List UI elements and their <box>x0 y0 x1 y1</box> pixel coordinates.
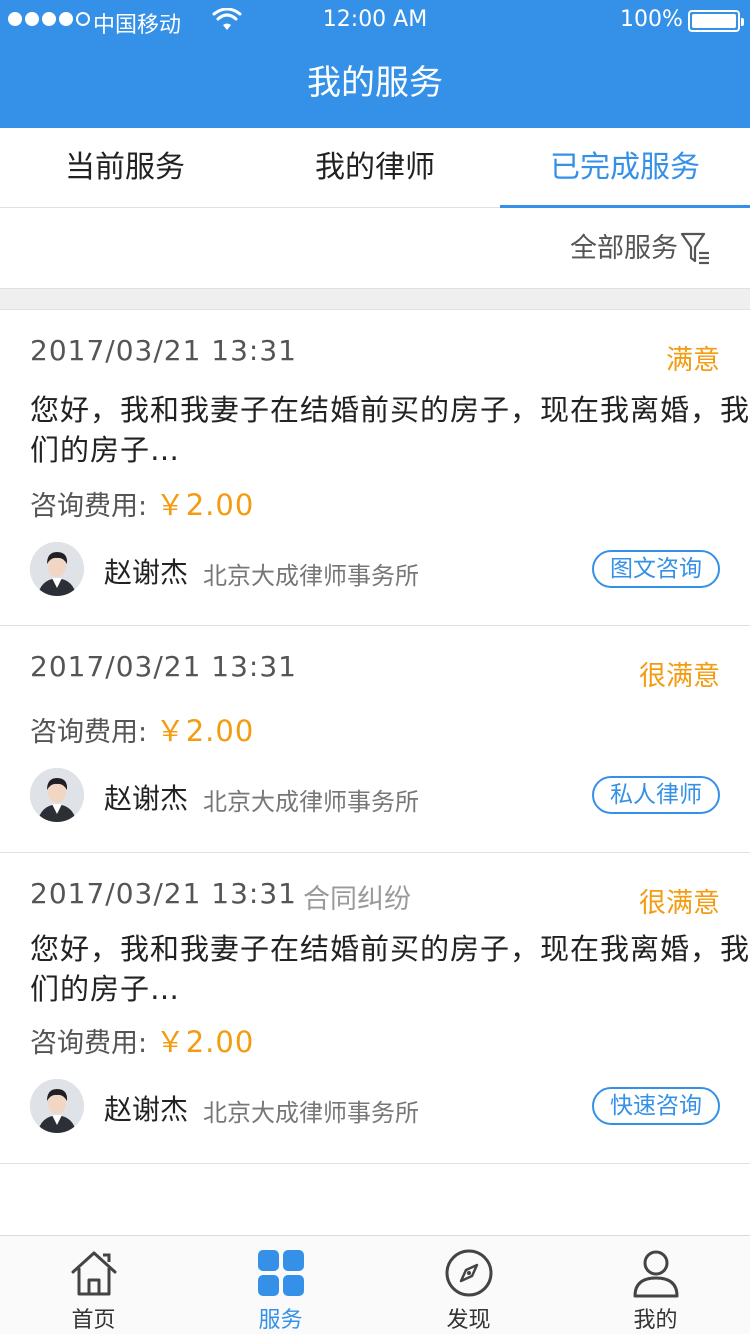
order-question: 您好，我和我妻子在结婚前买的房子，现在我离婚，我们的房子… <box>30 932 750 1006</box>
law-firm: 北京大成律师事务所 <box>203 788 419 816</box>
nav-label: 我的 <box>633 1308 678 1333</box>
filter-dropdown[interactable]: 全部服务 <box>570 208 678 289</box>
fee-amount: ￥2.00 <box>155 714 255 748</box>
order-rating: 满意 <box>666 345 720 376</box>
service-type-badge: 图文咨询 <box>592 550 720 588</box>
order-card[interactable]: 2017/03/21 13:31 合同纠纷 很满意 您好，我和我妻子在结婚前买的… <box>0 853 750 1164</box>
order-fee: 咨询费用: ￥2.00 <box>30 708 254 750</box>
bottom-nav: 首页 服务 发现 我的 <box>0 1235 750 1334</box>
tab-current-service[interactable]: 当前服务 <box>0 128 250 208</box>
filter-bar: 全部服务 <box>0 208 750 289</box>
order-fee: 咨询费用: ￥2.00 <box>30 1019 254 1061</box>
battery-percent: 100% <box>620 7 683 32</box>
fee-amount: ￥2.00 <box>155 1025 255 1059</box>
law-firm: 北京大成律师事务所 <box>203 562 419 590</box>
status-bar: 中国移动 12:00 AM 100% <box>0 0 750 40</box>
compass-icon <box>445 1249 493 1297</box>
filter-icon[interactable] <box>680 231 712 267</box>
service-type-badge: 快速咨询 <box>592 1087 720 1125</box>
battery-icon <box>688 10 744 32</box>
nav-service[interactable]: 服务 <box>187 1236 374 1335</box>
fee-label: 咨询费用: <box>30 1028 148 1059</box>
service-tabs: 当前服务 我的律师 已完成服务 <box>0 128 750 209</box>
order-card[interactable]: 2017/03/21 13:31 满意 您好，我和我妻子在结婚前买的房子，现在我… <box>0 310 750 626</box>
lawyer-avatar[interactable] <box>30 1079 84 1133</box>
app-header: 中国移动 12:00 AM 100% 我的服务 <box>0 0 750 128</box>
law-firm: 北京大成律师事务所 <box>203 1099 419 1127</box>
grid-icon <box>258 1250 304 1296</box>
order-date: 2017/03/21 13:31 <box>30 877 297 910</box>
lawyer-avatar[interactable] <box>30 542 84 596</box>
order-fee: 咨询费用: ￥2.00 <box>30 482 254 524</box>
lawyer-avatar[interactable] <box>30 768 84 822</box>
nav-label: 服务 <box>258 1308 303 1333</box>
tab-completed-service[interactable]: 已完成服务 <box>500 128 750 209</box>
nav-home[interactable]: 首页 <box>0 1236 187 1335</box>
lawyer-name: 赵谢杰 <box>104 782 189 815</box>
tab-my-lawyer[interactable]: 我的律师 <box>250 128 500 208</box>
page-title: 我的服务 <box>307 63 443 103</box>
user-icon <box>633 1250 679 1298</box>
lawyer-name: 赵谢杰 <box>104 556 189 589</box>
home-icon <box>71 1251 117 1296</box>
lawyer-name: 赵谢杰 <box>104 1093 189 1126</box>
order-date: 2017/03/21 13:31 <box>30 650 297 683</box>
order-category: 合同纠纷 <box>303 884 411 915</box>
section-divider <box>0 289 750 310</box>
order-date: 2017/03/21 13:31 <box>30 334 297 367</box>
fee-label: 咨询费用: <box>30 491 148 522</box>
nav-discover[interactable]: 发现 <box>375 1236 562 1335</box>
order-rating: 很满意 <box>639 888 720 919</box>
order-card[interactable]: 2017/03/21 13:31 很满意 咨询费用: ￥2.00 赵谢杰 北京大… <box>0 626 750 853</box>
fee-label: 咨询费用: <box>30 717 148 748</box>
order-question: 您好，我和我妻子在结婚前买的房子，现在我离婚，我们的房子… <box>30 393 750 467</box>
fee-amount: ￥2.00 <box>155 488 255 522</box>
service-type-badge: 私人律师 <box>592 776 720 814</box>
nav-label: 发现 <box>446 1308 491 1333</box>
nav-profile[interactable]: 我的 <box>562 1236 749 1335</box>
nav-label: 首页 <box>71 1308 116 1333</box>
order-rating: 很满意 <box>639 661 720 692</box>
